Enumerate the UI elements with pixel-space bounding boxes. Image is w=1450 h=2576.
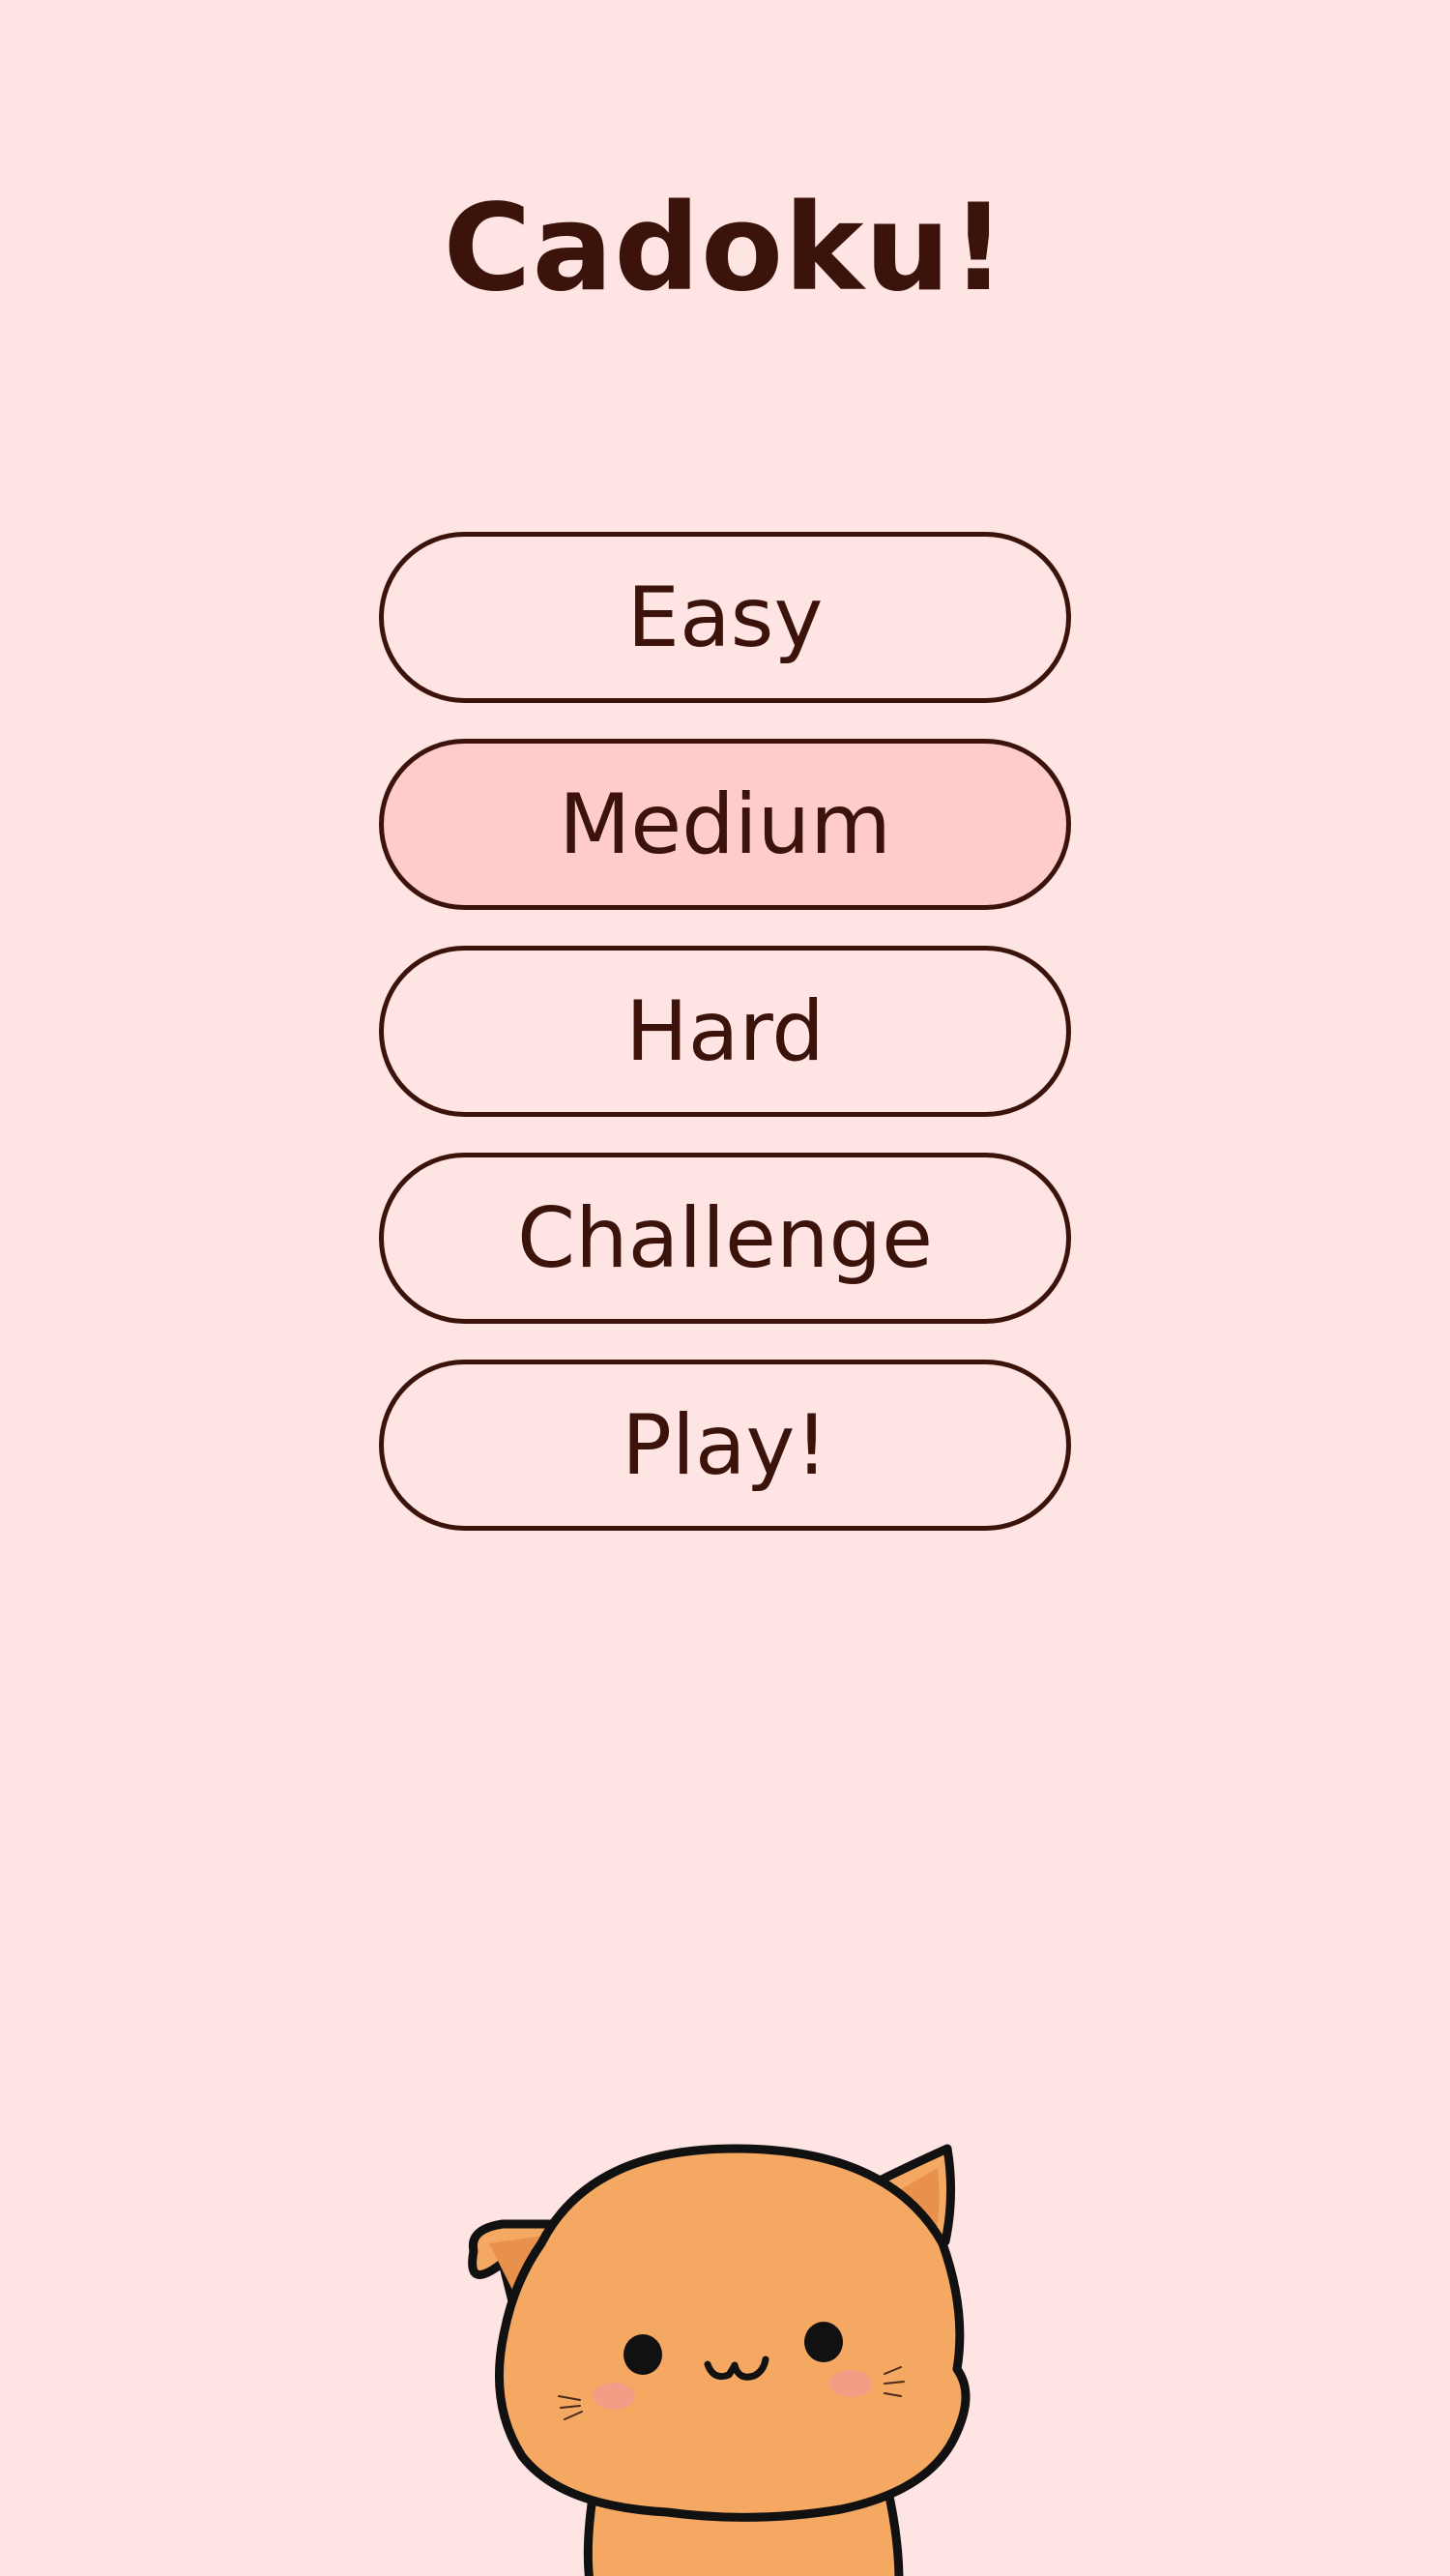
hard-button[interactable]: Hard [379,946,1071,1117]
cat-mascot-icon [468,2144,971,2576]
medium-button[interactable]: Medium [379,739,1071,910]
easy-button[interactable]: Easy [379,532,1071,703]
challenge-button[interactable]: Challenge [379,1153,1071,1324]
page-title: Cadoku! [443,179,1007,318]
difficulty-menu: Easy Medium Hard Challenge Play! [379,532,1071,1566]
play-button[interactable]: Play! [379,1360,1071,1531]
